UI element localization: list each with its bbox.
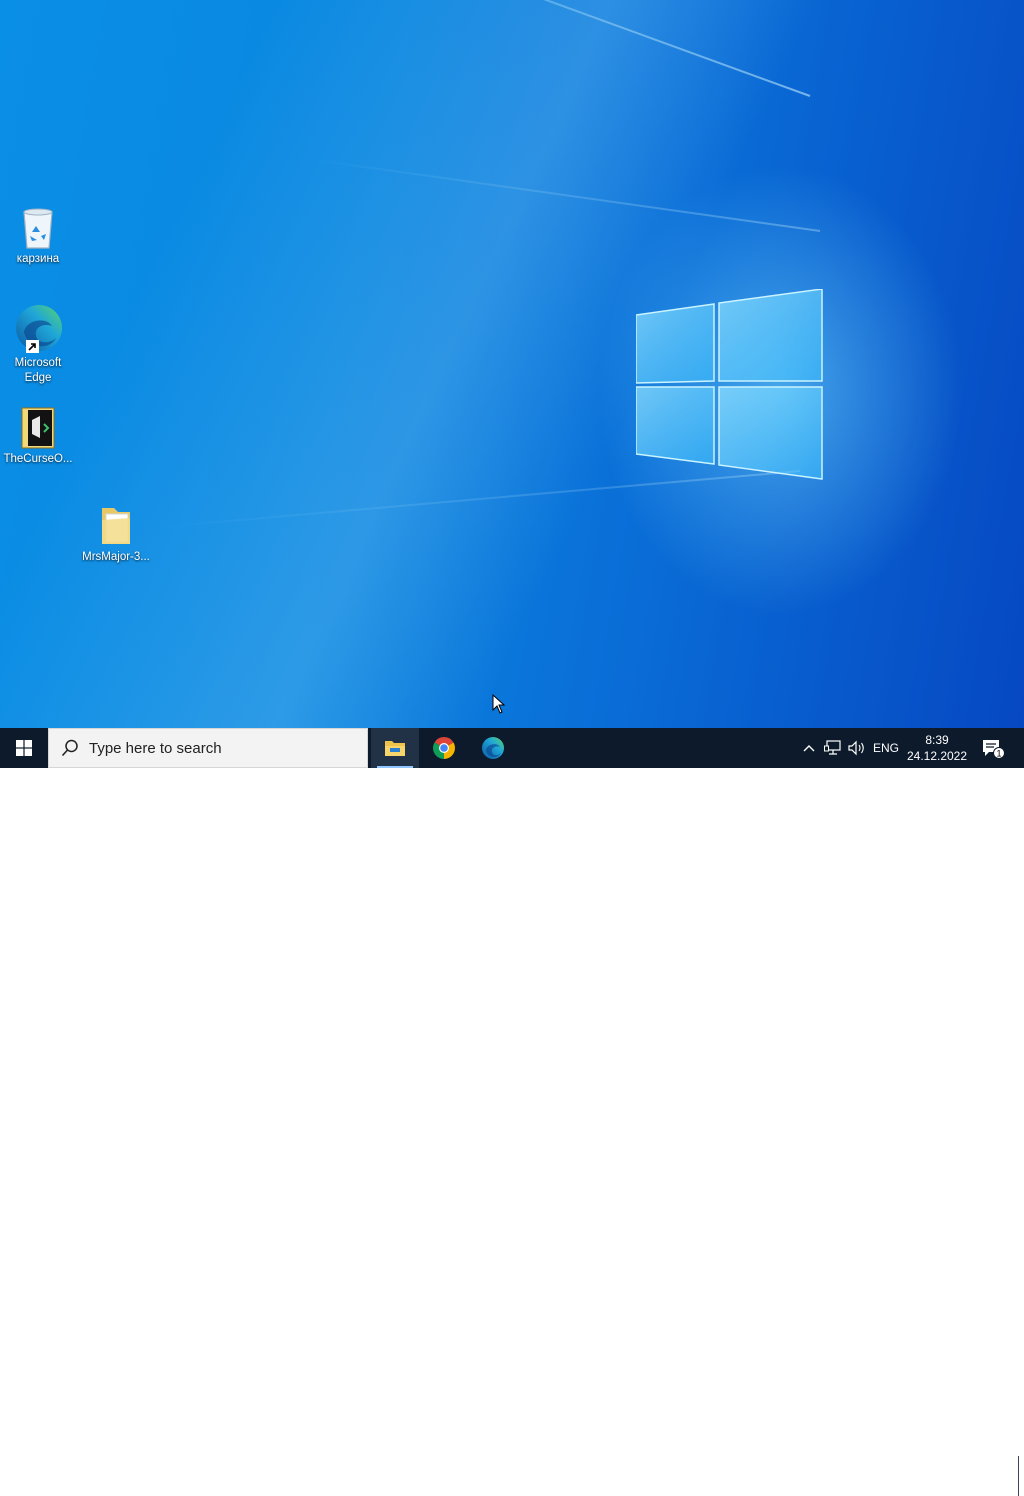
- edge-icon: [16, 305, 62, 353]
- desktop-icon-label: MrsMajor-3...: [82, 551, 150, 563]
- edge-icon: [482, 737, 504, 759]
- desktop-icon-recycle-bin[interactable]: карзина: [0, 206, 76, 267]
- language-indicator[interactable]: ENG: [870, 728, 902, 768]
- taskbar-app-file-explorer[interactable]: [371, 728, 419, 768]
- app-icon: [21, 407, 55, 449]
- volume-button[interactable]: [846, 728, 868, 768]
- network-icon: [824, 740, 841, 755]
- desktop-wallpaper[interactable]: карзина Microsoft Edge TheCurseO... MrsM…: [0, 0, 1024, 728]
- desktop-icon-microsoft-edge[interactable]: Microsoft Edge: [0, 302, 76, 386]
- action-center-button[interactable]: 1: [978, 728, 1008, 768]
- chevron-up-icon: [803, 745, 815, 752]
- windows-start-icon: [16, 740, 32, 756]
- start-button[interactable]: [0, 728, 48, 768]
- notification-count: 1: [996, 749, 1001, 759]
- wallpaper-light-beam: [208, 0, 811, 97]
- folder-icon: [102, 508, 130, 544]
- clock-date: 24.12.2022: [906, 749, 968, 763]
- search-box[interactable]: Type here to search: [48, 728, 368, 768]
- desktop-icon-thecurseo[interactable]: TheCurseO...: [0, 406, 76, 467]
- windows-logo-wallpaper: [636, 289, 823, 480]
- taskbar: Type here to search ENG 8:39 24.12.2022 …: [0, 728, 1024, 1496]
- recycle-bin-icon: [23, 208, 53, 249]
- search-placeholder: Type here to search: [89, 739, 222, 757]
- chrome-icon: [433, 737, 455, 759]
- mouse-cursor-icon: [492, 694, 506, 714]
- clock[interactable]: 8:39 24.12.2022: [902, 728, 972, 768]
- taskbar-app-edge[interactable]: [469, 728, 517, 768]
- network-button[interactable]: [822, 728, 844, 768]
- notification-icon: 1: [983, 740, 1005, 759]
- taskbar-app-chrome[interactable]: [420, 728, 468, 768]
- desktop-icon-label: карзина: [16, 253, 60, 265]
- speaker-icon: [848, 740, 864, 756]
- desktop-icon-label: Microsoft Edge: [14, 357, 62, 384]
- search-icon: [61, 739, 78, 757]
- tray-overflow-button[interactable]: [800, 728, 818, 768]
- desktop-icon-label: TheCurseO...: [3, 453, 73, 465]
- folder-icon: [385, 741, 405, 756]
- show-desktop-button[interactable]: [1018, 1456, 1024, 1496]
- wallpaper-light-beam: [304, 157, 821, 232]
- desktop-icon-mrsmajor[interactable]: MrsMajor-3...: [78, 504, 154, 565]
- clock-time: 8:39: [925, 733, 949, 747]
